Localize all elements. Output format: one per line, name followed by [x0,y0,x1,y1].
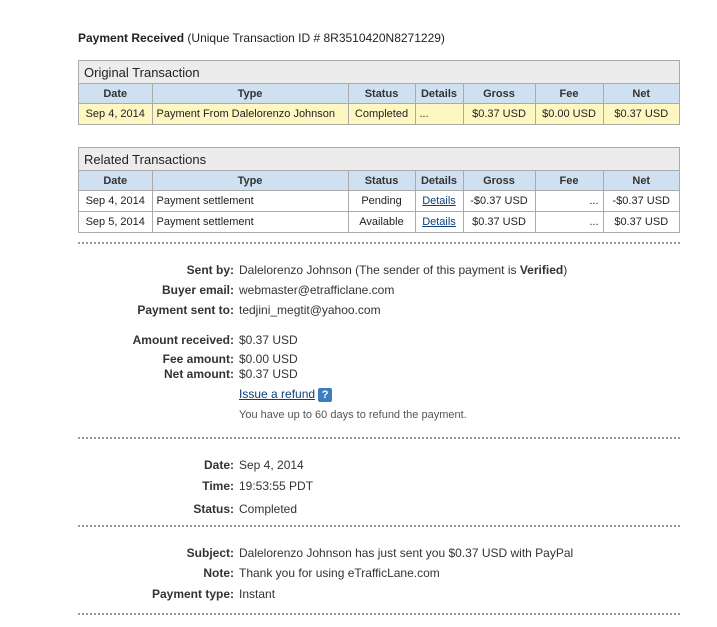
cell-gross: -$0.37 USD [463,190,536,212]
cell-gross: $0.37 USD [463,211,536,232]
sender-note-pre: (The sender of this payment is [355,263,520,277]
issue-refund-link[interactable]: Issue a refund [239,387,315,401]
details-link[interactable]: Details [422,195,456,207]
cell-type: Payment settlement [152,190,349,212]
related-transactions-title: Related Transactions [79,148,679,171]
col-details: Details [415,84,464,104]
col-gross: Gross [463,84,536,104]
subject-value: Dalelorenzo Johnson has just sent you $0… [239,546,574,560]
col-status: Status [348,171,416,191]
dotted-divider [78,525,680,527]
cell-type: Payment settlement [152,211,349,232]
cell-date: Sep 4, 2014 [79,190,153,212]
fee-amount-value: $0.00 USD [239,352,298,366]
status-label: Status: [193,502,234,516]
refund-row: Issue a refund? [239,387,333,402]
table-header-row: Date Type Status Details Gross Fee Net [79,84,679,104]
sent-by-label: Sent by: [186,263,234,277]
col-fee: Fee [535,171,604,191]
original-transaction-panel: Original Transaction Date Type Status De… [78,60,680,125]
payment-type-value: Instant [239,587,276,601]
original-transaction-table: Date Type Status Details Gross Fee Net S… [79,84,679,124]
table-row: Sep 4, 2014 Payment settlement Pending D… [79,190,679,212]
col-type: Type [152,171,349,191]
cell-status: Completed [348,103,416,124]
cell-net: $0.37 USD [603,103,679,124]
page-title: Payment Received [78,31,185,45]
table-row: Sep 4, 2014 Payment From Dalelorenzo Joh… [79,103,679,124]
col-status: Status [348,84,416,104]
related-transactions-table: Date Type Status Details Gross Fee Net S… [79,171,679,232]
cell-date: Sep 5, 2014 [79,211,153,232]
time-value: 19:53:55 PDT [239,479,314,493]
cell-status: Pending [348,190,416,212]
table-header-row: Date Type Status Details Gross Fee Net [79,171,679,191]
status-value: Completed [239,502,298,516]
col-details: Details [415,171,464,191]
payment-sent-to-label: Payment sent to: [137,303,234,317]
col-gross: Gross [463,171,536,191]
cell-fee: $0.00 USD [535,103,604,124]
cell-fee: ... [535,211,604,232]
date-value: Sep 4, 2014 [239,458,304,472]
note-label: Note: [203,566,234,580]
col-type: Type [152,84,349,104]
fee-amount-label: Fee amount: [162,352,234,366]
cell-gross: $0.37 USD [463,103,536,124]
original-transaction-title: Original Transaction [79,61,679,84]
dotted-divider [78,242,680,244]
note-value: Thank you for using eTrafficLane.com [239,566,440,580]
help-icon[interactable]: ? [318,387,333,402]
refund-note: You have up to 60 days to refund the pay… [239,409,467,421]
dotted-divider [78,437,680,439]
col-net: Net [603,84,679,104]
related-transactions-panel: Related Transactions Date Type Status De… [78,147,680,233]
col-date: Date [79,84,153,104]
page-header: Payment Received (Unique Transaction ID … [78,31,445,45]
col-date: Date [79,171,153,191]
payment-type-label: Payment type: [151,587,234,601]
subject-label: Subject: [186,546,234,560]
time-label: Time: [202,479,234,493]
amount-received-label: Amount received: [132,333,234,347]
sender-note-post: ) [563,263,568,277]
buyer-email-label: Buyer email: [161,283,234,297]
buyer-email-value: webmaster@etrafficlane.com [239,283,395,297]
net-amount-label: Net amount: [164,367,234,381]
cell-net: -$0.37 USD [603,190,679,212]
dotted-divider [78,613,680,615]
net-amount-value: $0.37 USD [239,367,298,381]
cell-type: Payment From Dalelorenzo Johnson [152,103,349,124]
transaction-id: (Unique Transaction ID # 8R3510420N82712… [187,31,445,45]
cell-details: Details [415,190,464,212]
col-net: Net [603,171,679,191]
cell-date: Sep 4, 2014 [79,103,153,124]
cell-fee: ... [535,190,604,212]
table-row: Sep 5, 2014 Payment settlement Available… [79,211,679,232]
cell-status: Available [348,211,416,232]
cell-details: ... [415,103,464,124]
payment-sent-to-value: tedjini_megtit@yahoo.com [239,303,381,317]
amount-received-value: $0.37 USD [239,333,298,347]
sender-name: Dalelorenzo Johnson [239,263,352,277]
sent-by-value: Dalelorenzo Johnson (The sender of this … [239,263,567,277]
details-link[interactable]: Details [422,216,456,228]
col-fee: Fee [535,84,604,104]
cell-net: $0.37 USD [603,211,679,232]
cell-details: Details [415,211,464,232]
date-label: Date: [203,458,234,472]
verified-status: Verified [519,263,564,277]
